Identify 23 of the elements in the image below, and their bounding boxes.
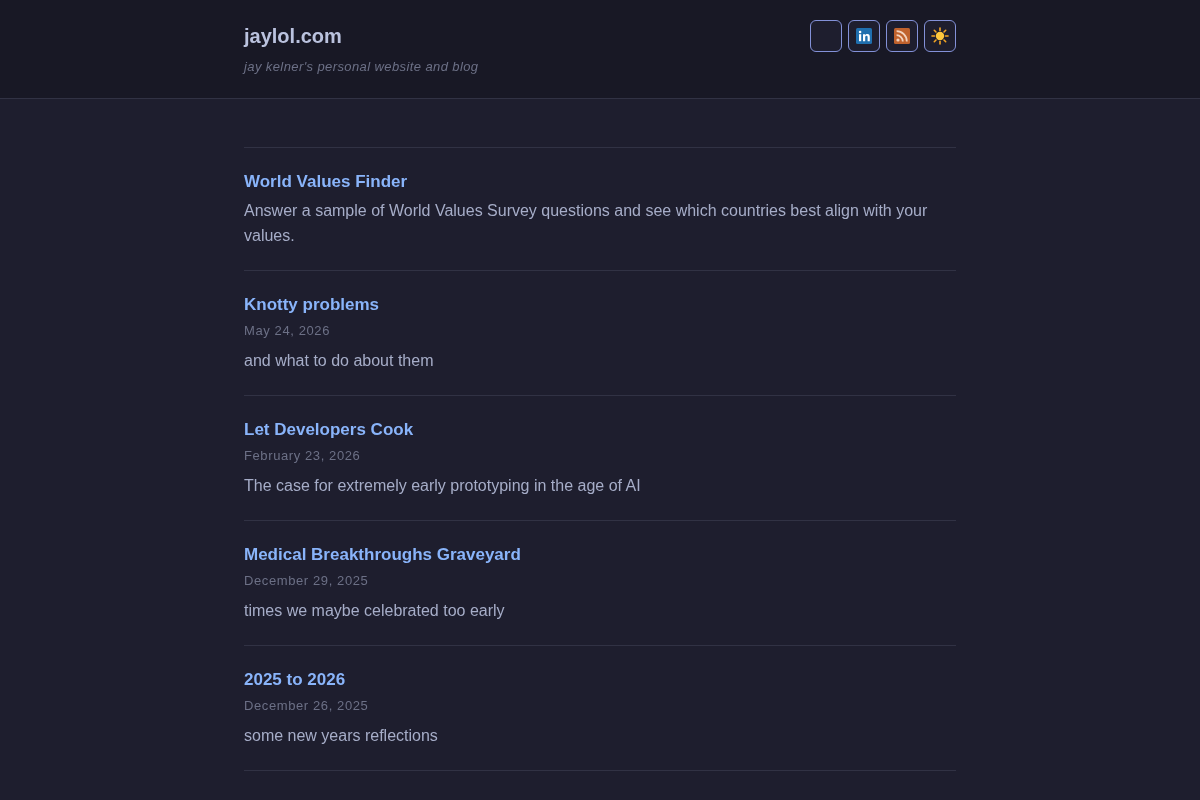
linkedin-icon <box>856 28 872 44</box>
theme-toggle-button[interactable] <box>924 20 956 52</box>
post-date: February 23, 2026 <box>244 447 361 465</box>
rss-icon <box>894 28 910 44</box>
post-title-link[interactable]: Let Developers Cook <box>244 418 414 442</box>
linkedin-button[interactable] <box>848 20 880 52</box>
post-title-link[interactable]: 2025 to 2026 <box>244 668 346 692</box>
post-description: The case for extremely early prototyping in the age of AI <box>244 476 641 496</box>
post-description: Answer a sample of World Values Survey questions and see which countries best align with your values. <box>244 201 929 246</box>
post-date: December 29, 2025 <box>244 572 369 590</box>
post-title-link[interactable]: Knotty problems <box>244 293 380 317</box>
sun-icon <box>931 27 949 45</box>
rss-button[interactable] <box>886 20 918 52</box>
post-date: May 24, 2026 <box>244 322 330 340</box>
post-description: some new years reflections <box>244 726 438 746</box>
site-tagline: jay kelner's personal website and blog <box>244 58 479 76</box>
post-description: times we maybe celebrated too early <box>244 601 505 621</box>
post-date: December 26, 2025 <box>244 697 369 715</box>
post-title-link[interactable]: World Values Finder <box>244 170 408 194</box>
post-description: and what to do about them <box>244 351 434 371</box>
blank-button[interactable] <box>810 20 842 52</box>
site-title[interactable]: jaylol.com <box>244 20 342 52</box>
post-title-link[interactable]: Medical Breakthroughs Graveyard <box>244 543 521 567</box>
